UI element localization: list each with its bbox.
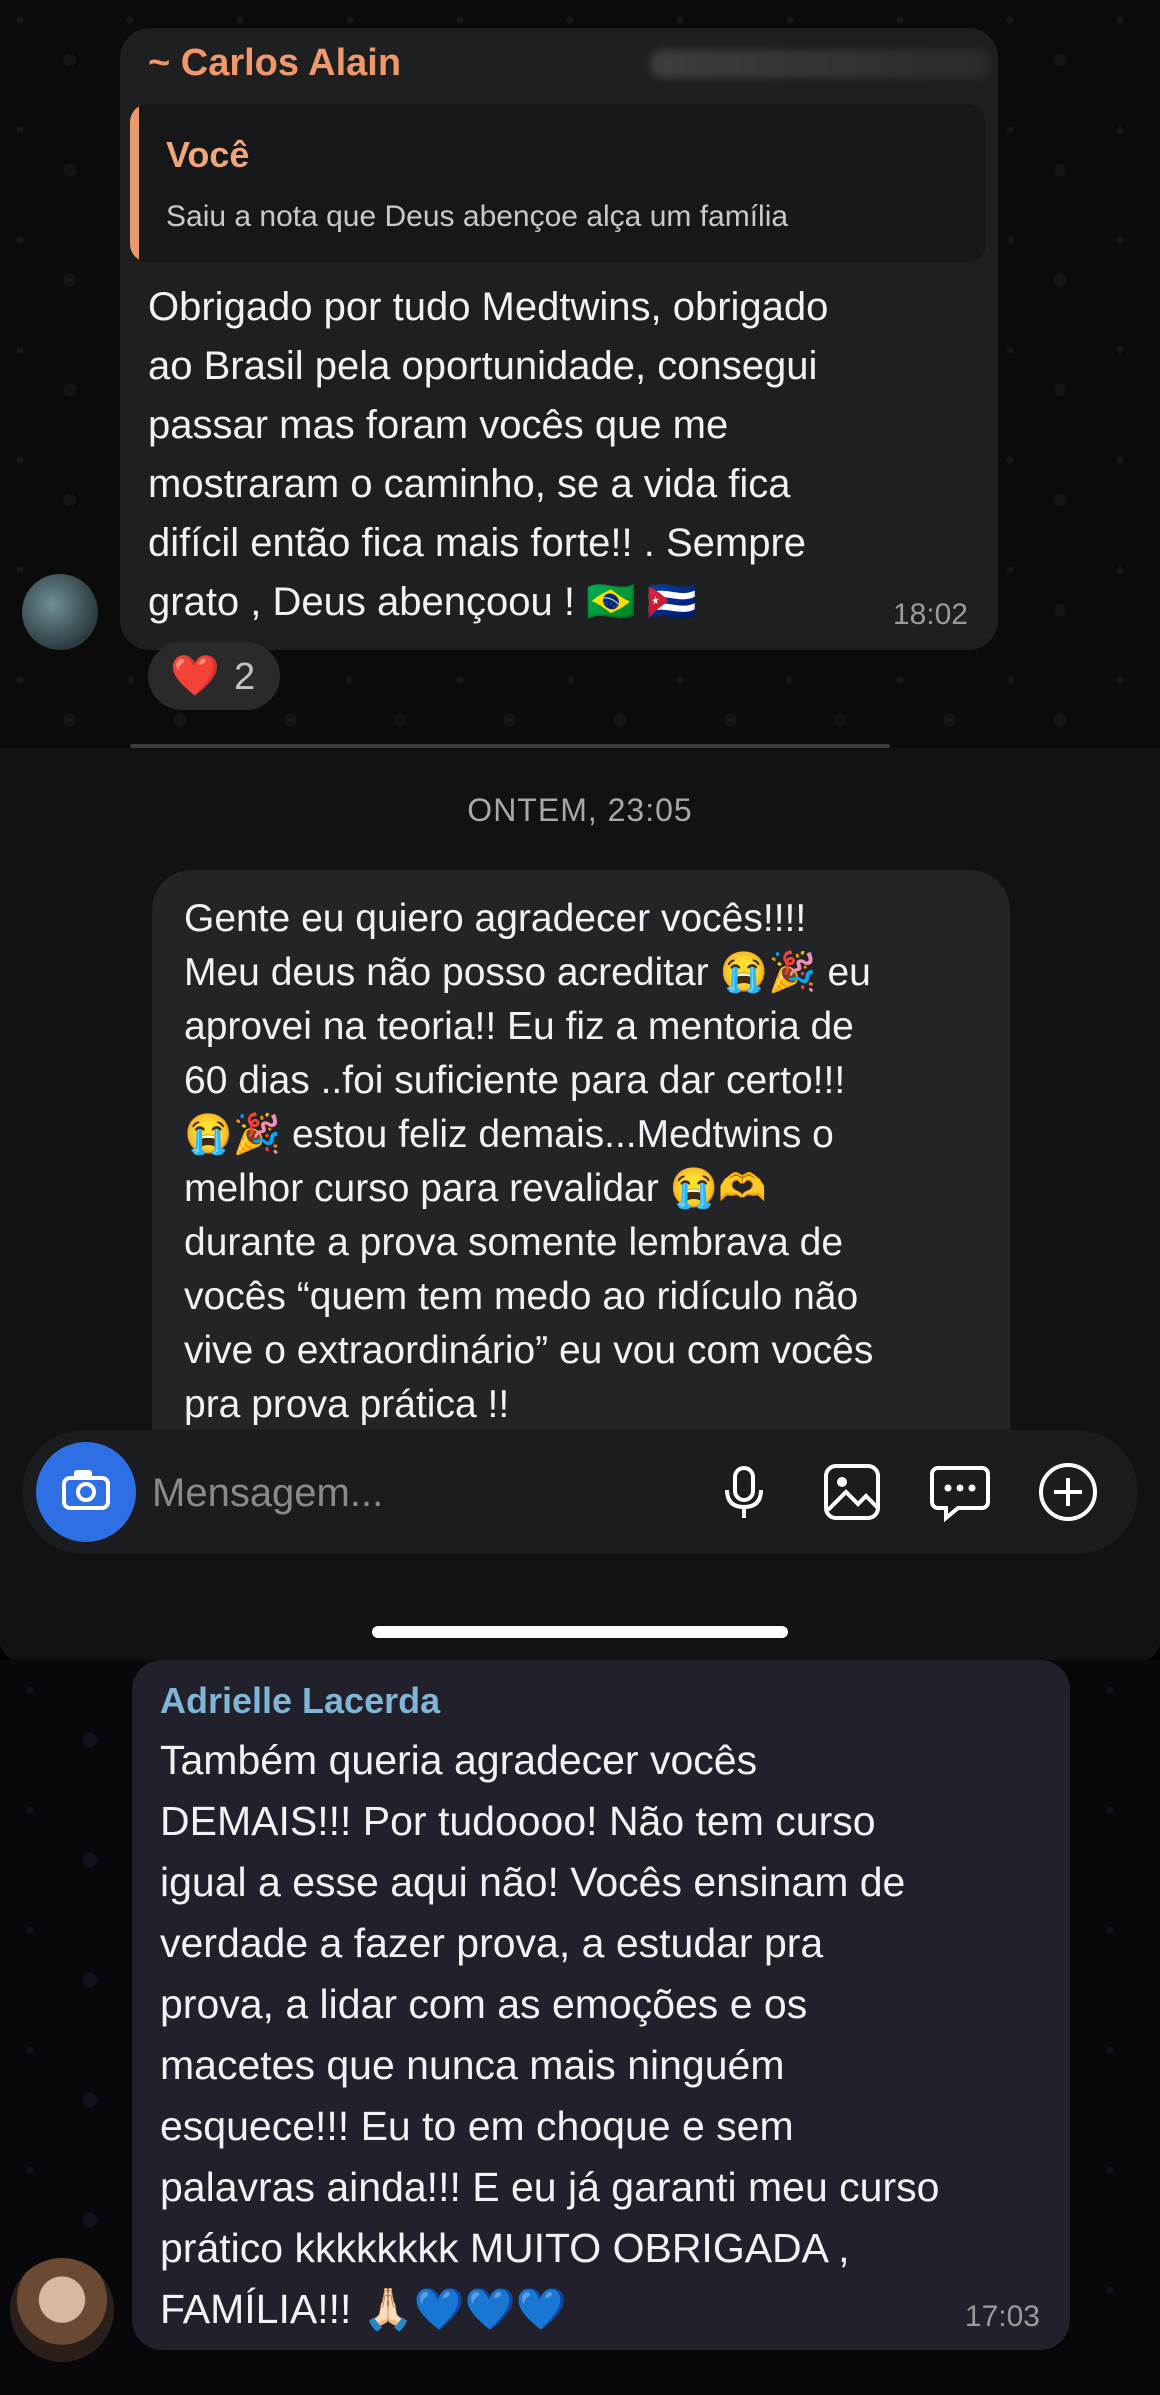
sender-name[interactable]: ~ Carlos Alain	[148, 42, 401, 85]
reaction-count: 2	[234, 656, 256, 698]
microphone-icon[interactable]	[712, 1460, 776, 1524]
chat-options-icon[interactable]	[928, 1460, 992, 1524]
plus-icon[interactable]	[1036, 1460, 1100, 1524]
quote-author: Você	[166, 134, 250, 175]
image-icon[interactable]	[820, 1460, 884, 1524]
message-text: Obrigado por tudo Medtwins, obrigado ao …	[148, 285, 829, 624]
quote-text: Saiu a nota que Deus abençoe alça um fam…	[166, 200, 789, 233]
avatar[interactable]	[22, 574, 98, 650]
sender-name[interactable]: Adrielle Lacerda	[160, 1680, 440, 1722]
message-bubble[interactable]: Gente eu quiero agradecer vocês!!!! Meu …	[152, 870, 1010, 1510]
heart-icon: ❤️	[170, 654, 220, 698]
redacted-phone-number	[650, 50, 990, 78]
chat-screenshot-1: ~ Carlos Alain Você Saiu a nota que Deus…	[0, 0, 1160, 748]
chat-screenshot-2: ONTEM, 23:05 Gente eu quiero agradecer v…	[0, 748, 1160, 1660]
avatar[interactable]	[10, 2258, 114, 2362]
message-bubble[interactable]: Adrielle Lacerda Também queria agradecer…	[132, 1660, 1070, 2350]
reaction-badge[interactable]: ❤️ 2	[148, 642, 280, 710]
chat-screenshot-3: Adrielle Lacerda Também queria agradecer…	[0, 1660, 1160, 2395]
message-text: Também queria agradecer vocês DEMAIS!!! …	[160, 1737, 940, 2332]
message-composer	[22, 1430, 1138, 1554]
message-bubble[interactable]: ~ Carlos Alain Você Saiu a nota que Deus…	[120, 28, 998, 650]
message-time: 17:03	[964, 2300, 1040, 2333]
message-input[interactable]	[150, 1460, 684, 1526]
message-time: 18:02	[892, 598, 968, 631]
quoted-reply[interactable]: Você Saiu a nota que Deus abençoe alça u…	[130, 104, 986, 262]
quote-accent-bar	[130, 104, 139, 262]
date-separator: ONTEM, 23:05	[467, 792, 693, 828]
camera-button[interactable]	[36, 1442, 136, 1542]
home-indicator	[372, 1626, 788, 1638]
message-text: Gente eu quiero agradecer vocês!!!! Meu …	[184, 897, 874, 1426]
